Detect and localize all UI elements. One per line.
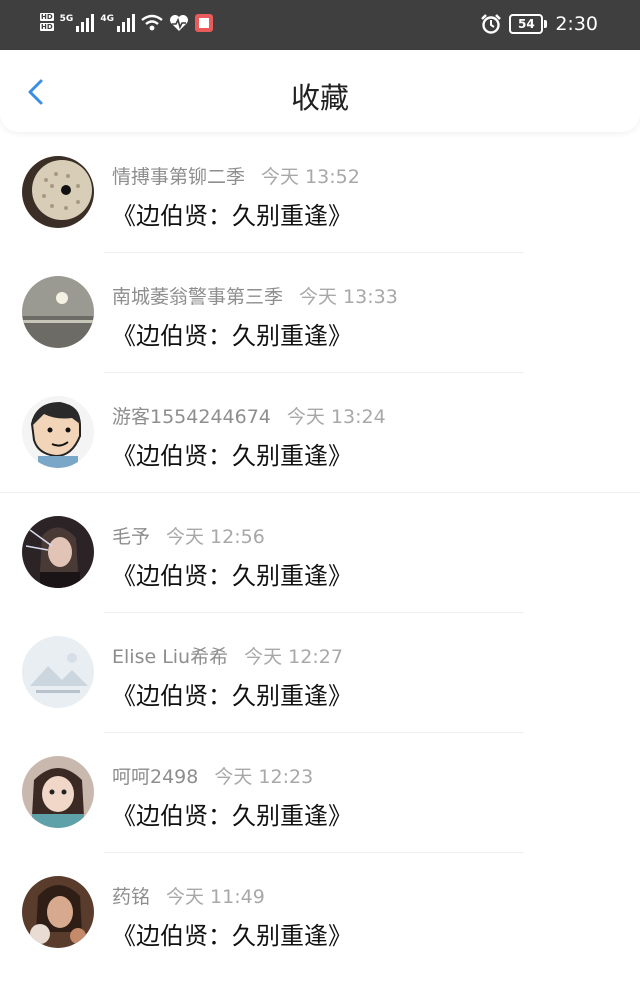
item-meta: 情搏事第铆二季 今天 13:52 [112,162,360,189]
list-item[interactable]: 毛予 今天 12:56 《边伯贤：久别重逢》 [0,502,640,622]
item-title[interactable]: 《边伯贤：久别重逢》 [112,916,352,951]
avatar[interactable] [22,756,94,828]
user-name: 游客1554244674 [112,406,271,428]
avatar[interactable] [22,396,94,468]
network-label-a: 5G [59,14,74,24]
user-name: 南城萎翁警事第三季 [112,286,284,308]
status-left: HD HD 5G 4G [40,13,213,33]
item-title[interactable]: 《边伯贤：久别重逢》 [112,676,352,711]
item-title[interactable]: 《边伯贤：久别重逢》 [112,556,352,591]
user-name: 呵呵2498 [112,766,199,788]
signal-icon [76,14,95,32]
item-time: 今天 13:33 [299,286,398,308]
page-title: 收藏 [290,81,349,115]
divider [104,372,524,373]
avatar[interactable] [22,876,94,948]
item-time: 今天 12:56 [166,526,265,548]
avatar[interactable] [22,636,94,708]
list-item[interactable]: 呵呵2498 今天 12:23 《边伯贤：久别重逢》 [0,742,640,862]
user-name: 情搏事第铆二季 [112,166,246,188]
list-item[interactable]: 情搏事第铆二季 今天 13:52 《边伯贤：久别重逢》 [0,142,640,262]
divider [104,732,524,733]
user-name: Elise Liu希希 [112,646,229,668]
item-meta: 药铭 今天 11:49 [112,882,265,909]
book-app-icon [194,14,213,32]
item-meta: 南城萎翁警事第三季 今天 13:33 [112,282,398,309]
network-label-b: 4G [100,14,114,24]
item-title[interactable]: 《边伯贤：久别重逢》 [112,196,352,231]
alarm-icon [481,14,502,34]
item-meta: 呵呵2498 今天 12:23 [112,762,313,789]
user-name: 毛予 [112,526,151,548]
status-bar: HD HD 5G 4G 54 2:30 [0,0,640,50]
battery-icon: 54 [509,14,548,34]
favorites-list: 情搏事第铆二季 今天 13:52 《边伯贤：久别重逢》 南城萎翁警事第三季 今天 1… [0,142,640,982]
signal-icon-2 [116,14,135,32]
item-time: 今天 13:52 [261,166,360,188]
avatar[interactable] [22,516,94,588]
nav-header: 收藏 [0,50,640,132]
avatar[interactable] [22,156,94,228]
heart-health-icon [169,15,188,31]
item-title[interactable]: 《边伯贤：久别重逢》 [112,316,352,351]
list-item[interactable]: Elise Liu希希 今天 12:27 《边伯贤：久别重逢》 [0,622,640,742]
divider [104,852,524,853]
item-meta: 游客1554244674 今天 13:24 [112,402,386,429]
wifi-icon [141,14,163,31]
item-title[interactable]: 《边伯贤：久别重逢》 [112,796,352,831]
hd-icon: HD HD [40,13,54,31]
avatar[interactable] [22,276,94,348]
item-time: 今天 13:24 [286,406,386,428]
list-item[interactable]: 游客1554244674 今天 13:24 《边伯贤：久别重逢》 [0,382,640,502]
item-time: 今天 12:23 [214,766,314,788]
item-meta: Elise Liu希希 今天 12:27 [112,642,343,669]
list-item[interactable]: 南城萎翁警事第三季 今天 13:33 《边伯贤：久别重逢》 [0,262,640,382]
user-name: 药铭 [112,886,151,908]
divider [104,252,524,253]
clock: 2:30 [555,13,598,35]
list-item[interactable]: 药铭 今天 11:49 《边伯贤：久别重逢》 [0,862,640,982]
item-meta: 毛予 今天 12:56 [112,522,265,549]
item-time: 今天 11:49 [166,886,265,908]
item-time: 今天 12:27 [244,646,343,668]
status-right: 54 2:30 [481,13,598,35]
divider [104,612,524,613]
item-title[interactable]: 《边伯贤：久别重逢》 [112,436,352,471]
divider [0,492,640,493]
